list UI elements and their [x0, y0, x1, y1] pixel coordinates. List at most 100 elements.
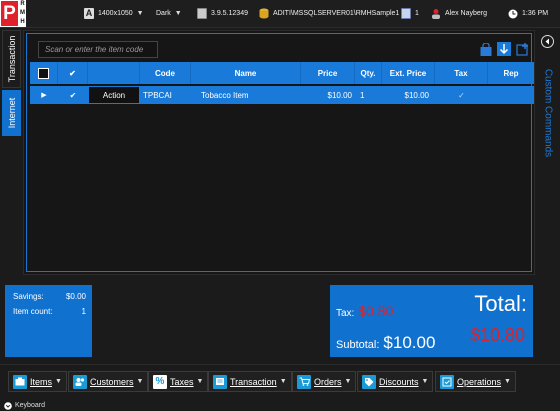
font-size-icon: A [84, 8, 94, 19]
top-bar: P R M H A 1400x1050 ▼ Dark ▼ 3.9.5.12349… [0, 0, 560, 28]
row-tax: ✓ [458, 90, 465, 100]
item-code-input[interactable] [38, 41, 158, 58]
transaction-label: Transaction [230, 376, 277, 387]
logo-letter: P [1, 1, 18, 26]
action-button[interactable]: Action [89, 87, 139, 103]
database-info: ADITI\MSSQLSERVER01\RMHSample1 [259, 6, 399, 21]
taxes-menu-button[interactable]: % Taxes ▼ [148, 371, 209, 392]
tab-internet[interactable]: Internet [2, 90, 21, 136]
database-value: ADITI\MSSQLSERVER01\RMHSample1 [273, 10, 400, 17]
column-header-tax[interactable]: Tax [435, 62, 488, 84]
row-action-cell: Action [88, 86, 140, 104]
server-icon [197, 8, 207, 19]
chevron-down-icon: ▼ [421, 378, 429, 385]
column-header-name[interactable]: Name [191, 62, 301, 84]
subtotal-value: $10.00 [383, 333, 436, 352]
totals-summary: Tax: $0.80 Subtotal: $10.00 Total: $10.8… [330, 285, 533, 357]
add-item-button[interactable] [515, 42, 529, 56]
chevron-down-icon: ▼ [196, 378, 204, 385]
database-icon [259, 8, 269, 19]
user-name: Alex Nayberg [445, 10, 488, 17]
column-header-price[interactable]: Price [301, 62, 355, 84]
collapse-button[interactable] [541, 35, 554, 48]
chevron-down-icon: ▼ [344, 378, 352, 385]
bag-button[interactable] [479, 42, 493, 56]
chevron-down-icon: ▼ [279, 378, 287, 385]
row-price: $10.00 [327, 90, 352, 100]
row-ext-price: $10.00 [404, 90, 429, 100]
column-header-code[interactable]: Code [140, 62, 191, 84]
register-count: 1 [415, 10, 419, 17]
tax-value: $0.80 [358, 303, 394, 319]
orders-label: Orders [314, 376, 342, 387]
summary-spacer [93, 285, 329, 357]
chevron-down-icon: ▼ [504, 378, 511, 385]
orders-menu-button[interactable]: Orders ▼ [292, 371, 357, 392]
customers-label: Customers [90, 376, 134, 387]
row-qty: 1 [360, 90, 365, 100]
transaction-panel-frame: ✔ Code Name Price Qty. Ext. Price Tax Re… [26, 33, 534, 272]
savings-label: Savings: [13, 292, 44, 301]
user-icon [432, 9, 440, 19]
time-value: 1:36 PM [522, 10, 549, 17]
tab-transaction-label: Transaction [6, 35, 17, 83]
tax-label: Tax: [336, 308, 355, 319]
resolution-selector[interactable]: A 1400x1050 ▼ [84, 6, 144, 21]
items-table-header: ✔ Code Name Price Qty. Ext. Price Tax Re… [30, 62, 534, 84]
register-icon [401, 8, 411, 19]
row-expand-icon[interactable]: ▶ [30, 86, 58, 104]
app-logo: P R M H [0, 0, 26, 27]
row-code: TPBCAI [143, 90, 172, 100]
resolution-value: 1400x1050 [98, 10, 133, 17]
column-header-qty[interactable]: Qty. [355, 62, 382, 84]
theme-selector[interactable]: Dark ▼ [156, 6, 182, 21]
transaction-panel: ✔ Code Name Price Qty. Ext. Price Tax Re… [23, 30, 535, 275]
row-check-cell[interactable]: ✔ [58, 86, 88, 104]
tag-icon [362, 374, 376, 389]
theme-value: Dark [156, 10, 171, 17]
custom-commands-label[interactable]: Custom Commands [543, 69, 554, 157]
customers-icon [73, 374, 87, 389]
item-count-value: 1 [81, 307, 86, 316]
keyboard-label: Keyboard [15, 402, 45, 409]
tab-transaction[interactable]: Transaction [2, 30, 21, 88]
chevron-down-icon: ▼ [174, 10, 182, 17]
chevron-down-icon: ▼ [136, 378, 144, 385]
savings-summary: Savings: $0.00 Item count: 1 [5, 285, 92, 357]
discounts-label: Discounts [379, 376, 419, 387]
keyboard-toggle[interactable]: Keyboard [0, 400, 560, 411]
operations-label: Operations [457, 376, 502, 387]
items-label: Items [30, 376, 53, 387]
arrow-down-icon [499, 44, 509, 55]
table-row[interactable]: ▶ ✔ Action TPBCAI Tobacco Item $10.00 1 … [30, 86, 534, 104]
cart-icon [297, 374, 311, 389]
add-item-icon [515, 42, 528, 56]
operations-menu-button[interactable]: Operations ▼ [435, 371, 516, 392]
logo-small-letter: M [20, 10, 25, 16]
operations-icon [440, 374, 454, 389]
column-header-ext-price[interactable]: Ext. Price [382, 62, 435, 84]
chevron-left-icon [545, 38, 549, 45]
select-all-cell [30, 62, 58, 84]
select-all-checkbox[interactable] [38, 67, 49, 79]
scroll-down-button[interactable] [497, 42, 511, 56]
customers-menu-button[interactable]: Customers ▼ [68, 371, 149, 392]
version-value: 3.9.5.12349 [211, 10, 248, 17]
check-icon: ✔ [69, 68, 76, 78]
user-info[interactable]: Alex Nayberg [431, 6, 487, 21]
transaction-menu-button[interactable]: Transaction ▼ [208, 371, 292, 392]
custom-commands-sidebar: Custom Commands [536, 28, 560, 362]
item-count-label: Item count: [13, 307, 53, 316]
chevron-down-icon: ▼ [136, 10, 144, 17]
clock-icon [508, 9, 518, 18]
shopping-bag-icon [480, 42, 492, 56]
savings-row: Savings: $0.00 [13, 292, 86, 301]
register-info: 1 [401, 6, 419, 21]
logo-small-letter: H [20, 19, 25, 25]
row-name: Tobacco Item [201, 90, 249, 100]
items-menu-button[interactable]: Items ▼ [8, 371, 67, 392]
column-header-rep[interactable]: Rep [488, 62, 534, 84]
discounts-menu-button[interactable]: Discounts ▼ [357, 371, 434, 392]
chevron-down-circle-icon [4, 401, 12, 410]
version-info: 3.9.5.12349 [197, 6, 248, 21]
